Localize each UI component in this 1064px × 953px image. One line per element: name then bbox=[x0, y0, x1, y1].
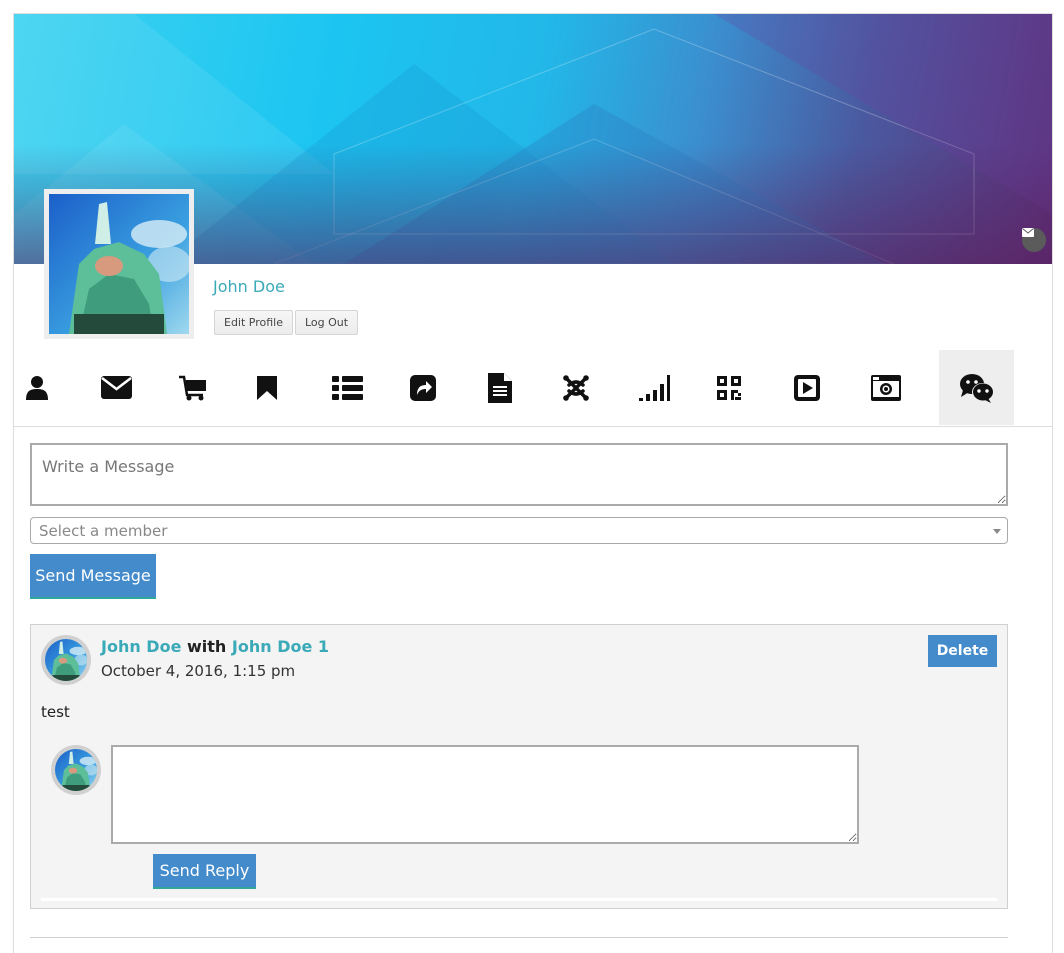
tab-messages[interactable] bbox=[79, 350, 154, 425]
message-thread: John Doe with John Doe 1 October 4, 2016… bbox=[30, 624, 1008, 909]
sender-link[interactable]: John Doe bbox=[101, 637, 181, 656]
tab-photos[interactable] bbox=[848, 350, 923, 425]
chevron-down-icon bbox=[993, 529, 1001, 534]
avatar-image bbox=[55, 749, 97, 791]
tab-activity[interactable] bbox=[617, 350, 692, 425]
bookmark-icon bbox=[256, 375, 277, 400]
tab-bookmarks[interactable] bbox=[229, 350, 304, 425]
list-icon bbox=[332, 375, 363, 400]
delete-button[interactable]: Delete bbox=[928, 635, 997, 667]
file-text-icon bbox=[487, 372, 512, 403]
cover-message-button[interactable] bbox=[1022, 228, 1046, 252]
qrcode-icon bbox=[716, 375, 741, 400]
tab-videos[interactable] bbox=[769, 350, 844, 425]
shopping-cart-icon bbox=[178, 375, 206, 400]
tab-list[interactable] bbox=[310, 350, 385, 425]
send-message-button[interactable]: Send Message bbox=[30, 554, 156, 599]
recipient-link[interactable]: John Doe 1 bbox=[232, 637, 329, 656]
avatar-image bbox=[45, 639, 87, 681]
tab-share[interactable] bbox=[385, 350, 460, 425]
share-square-icon bbox=[409, 374, 436, 401]
tab-profile[interactable] bbox=[0, 350, 74, 425]
with-label: with bbox=[187, 637, 227, 656]
profile-tabs bbox=[14, 350, 1052, 427]
avatar-image bbox=[49, 194, 189, 334]
message-input[interactable] bbox=[30, 443, 1008, 506]
tab-documents[interactable] bbox=[462, 350, 537, 425]
tab-orders[interactable] bbox=[155, 350, 230, 425]
reply-avatar bbox=[51, 745, 101, 795]
sender-avatar[interactable] bbox=[41, 635, 91, 685]
camera-icon bbox=[870, 374, 901, 401]
send-reply-button[interactable]: Send Reply bbox=[153, 854, 256, 889]
wechat-icon bbox=[959, 373, 994, 403]
message-body: test bbox=[41, 703, 70, 721]
signal-icon bbox=[639, 374, 670, 401]
member-select-placeholder: Select a member bbox=[39, 522, 168, 540]
reply-input[interactable] bbox=[111, 745, 859, 844]
envelope-icon bbox=[101, 376, 132, 399]
profile-avatar[interactable] bbox=[44, 189, 194, 339]
thread-date: October 4, 2016, 1:15 pm bbox=[101, 662, 296, 680]
thread-divider bbox=[41, 898, 997, 901]
play-square-icon bbox=[793, 374, 820, 401]
edit-profile-button[interactable]: Edit Profile bbox=[214, 310, 294, 335]
tab-joomla[interactable] bbox=[538, 350, 613, 425]
thread-participants: John Doe with John Doe 1 bbox=[101, 637, 329, 656]
tab-chat[interactable] bbox=[939, 350, 1014, 425]
user-icon bbox=[25, 375, 48, 400]
joomla-icon bbox=[562, 374, 589, 401]
envelope-icon bbox=[1022, 228, 1034, 237]
tab-qrcode[interactable] bbox=[691, 350, 766, 425]
profile-name-link[interactable]: John Doe bbox=[213, 277, 285, 296]
logout-button[interactable]: Log Out bbox=[295, 310, 359, 335]
member-select[interactable]: Select a member bbox=[30, 517, 1008, 544]
